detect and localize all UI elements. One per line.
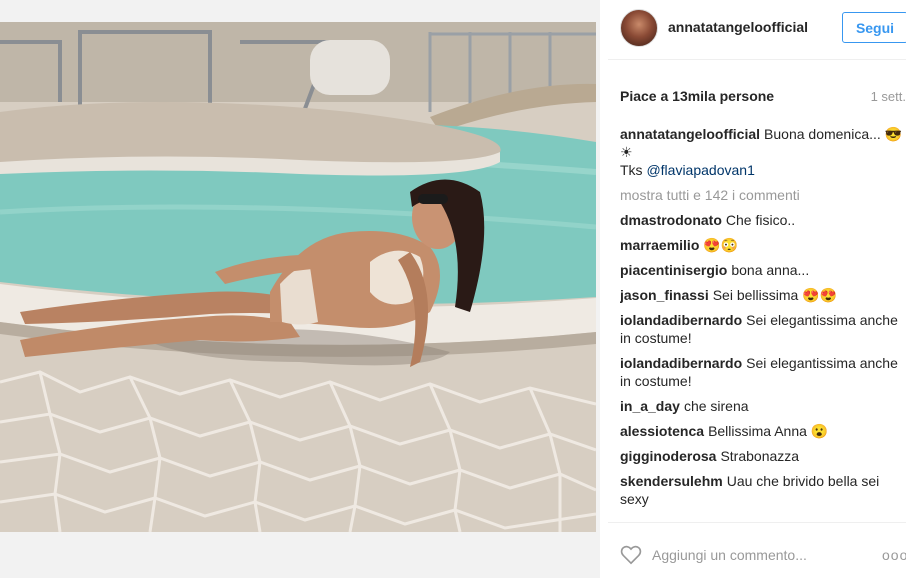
caption-thanks: Tks [620, 162, 643, 178]
comment-username[interactable]: iolandadibernardo [620, 355, 742, 371]
comment-text: Bellissima Anna 😮 [708, 423, 829, 439]
comment-username[interactable]: dmastrodonato [620, 212, 722, 228]
comment-username[interactable]: marraemilio [620, 237, 699, 253]
comment-item: iolandadibernardo Sei elegantissima anche… [620, 354, 904, 390]
post-photo[interactable] [0, 22, 596, 532]
likes-count[interactable]: Piace a 13mila persone [620, 88, 774, 104]
comment-item: alessiotenca Bellissima Anna 😮 [620, 422, 904, 440]
add-comment-input[interactable] [652, 545, 862, 565]
comment-username[interactable]: in_a_day [620, 398, 680, 414]
post-date[interactable]: 1 sett. [871, 89, 906, 104]
comment-item: iolandadibernardo Sei elegantissima anche… [620, 311, 904, 347]
show-all-comments-link[interactable]: mostra tutti e 142 i commenti [620, 186, 904, 204]
comment-item: jason_finassi Sei bellissima 😍😍 [620, 286, 904, 304]
caption-username[interactable]: annatatangeloofficial [620, 126, 760, 142]
comment-text: Strabonazza [720, 448, 800, 464]
avatar[interactable] [620, 9, 658, 47]
photo-area [0, 0, 600, 578]
caption-mention[interactable]: @flaviapadovan1 [646, 162, 754, 178]
author-username[interactable]: annatatangeloofficial [668, 19, 808, 35]
comment-item: skendersulehm Uau che brivido bella sei s… [620, 472, 904, 508]
comment-username[interactable]: alessiotenca [620, 423, 704, 439]
comment-text: Che fisico.. [725, 212, 796, 228]
comment-username[interactable]: piacentinisergio [620, 262, 727, 278]
post-sidebar: annatatangeloofficial Segui Piace a 13mi… [608, 0, 906, 578]
more-options-icon[interactable]: ooo [882, 547, 906, 563]
comment-text: 😍😳 [703, 237, 739, 253]
caption: annatatangeloofficial Buona domenica... 😎… [620, 125, 904, 179]
comment-item: gigginoderosa Strabonazza [620, 447, 904, 465]
post-photo-illustration [0, 22, 596, 532]
comments-list: annatatangeloofficial Buona domenica... 😎… [620, 125, 904, 520]
comment-item: piacentinisergio bona anna... [620, 261, 904, 279]
comment-text: bona anna... [731, 262, 810, 278]
follow-button[interactable]: Segui [842, 12, 906, 43]
comment-text: che sirena [683, 398, 749, 414]
comment-item: in_a_day che sirena [620, 397, 904, 415]
comment-username[interactable]: iolandadibernardo [620, 312, 742, 328]
post-header: annatatangeloofficial Segui [608, 0, 906, 60]
post-footer: ooo [608, 522, 906, 578]
heart-outline-icon[interactable] [620, 545, 642, 565]
comment-item: marraemilio 😍😳 [620, 236, 904, 254]
comment-username[interactable]: gigginoderosa [620, 448, 716, 464]
comment-username[interactable]: jason_finassi [620, 287, 709, 303]
comment-username[interactable]: skendersulehm [620, 473, 723, 489]
comment-text: Sei bellissima 😍😍 [712, 287, 838, 303]
comment-item: dmastrodonato Che fisico.. [620, 211, 904, 229]
